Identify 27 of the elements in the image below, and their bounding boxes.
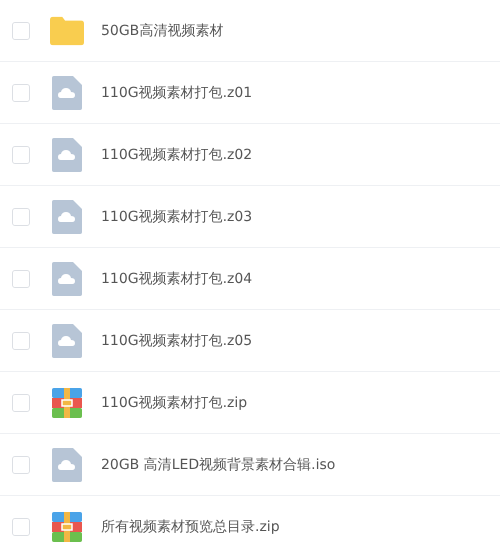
checkbox[interactable] [12, 270, 30, 288]
cloud-file-icon [50, 324, 84, 358]
cloud-file-icon [50, 76, 84, 110]
archive-icon [50, 388, 84, 418]
file-name[interactable]: 110G视频素材打包.z02 [101, 146, 252, 164]
checkbox[interactable] [12, 456, 30, 474]
cloud-file-icon [50, 138, 84, 172]
checkbox[interactable] [12, 22, 30, 40]
checkbox[interactable] [12, 208, 30, 226]
folder-icon [50, 16, 84, 46]
file-name[interactable]: 110G视频素材打包.zip [101, 394, 248, 412]
checkbox[interactable] [12, 518, 30, 536]
file-name[interactable]: 20GB 高清LED视频背景素材合辑.iso [101, 456, 336, 474]
checkbox[interactable] [12, 332, 30, 350]
cloud-file-icon [50, 448, 84, 482]
file-name[interactable]: 110G视频素材打包.z04 [101, 270, 252, 288]
cloud-file-icon [50, 200, 84, 234]
file-name[interactable]: 110G视频素材打包.z01 [101, 84, 252, 102]
checkbox[interactable] [12, 84, 30, 102]
file-name[interactable]: 110G视频素材打包.z03 [101, 208, 252, 226]
checkbox[interactable] [12, 146, 30, 164]
cloud-file-icon [50, 262, 84, 296]
file-name[interactable]: 110G视频素材打包.z05 [101, 332, 252, 350]
file-name[interactable]: 50GB高清视频素材 [101, 22, 224, 40]
archive-icon [50, 512, 84, 542]
file-name[interactable]: 所有视频素材预览总目录.zip [101, 518, 280, 536]
checkbox[interactable] [12, 394, 30, 412]
